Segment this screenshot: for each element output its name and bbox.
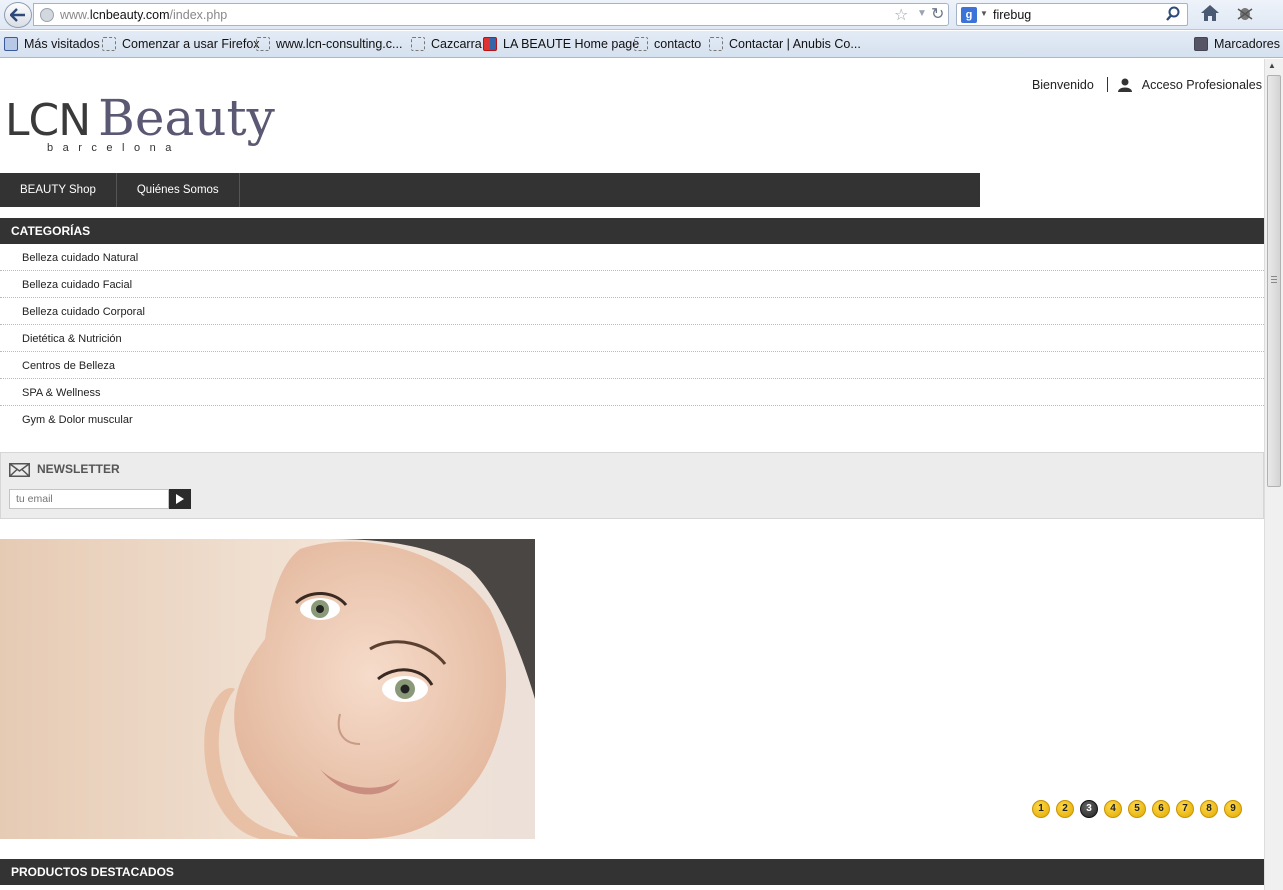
page-icon <box>102 37 116 51</box>
slider-page-button[interactable]: 2 <box>1056 800 1074 818</box>
history-dropdown-icon[interactable]: ▼ <box>917 8 927 19</box>
home-icon[interactable] <box>1200 4 1220 22</box>
bookmark-contactar-anubis[interactable]: Contactar | Anubis Co... <box>709 37 861 51</box>
woman-face-photo <box>0 539 535 839</box>
logo-main-text: LCN <box>5 95 91 146</box>
page-icon <box>256 37 270 51</box>
bookmark-contacto[interactable]: contacto <box>634 37 701 51</box>
newsletter-submit-button[interactable] <box>169 489 191 509</box>
category-item[interactable]: Centros de Belleza <box>0 352 1264 379</box>
welcome-link[interactable]: Bienvenido <box>1032 78 1094 92</box>
slider-page-button[interactable]: 7 <box>1176 800 1194 818</box>
address-bar[interactable]: www.lcnbeauty.com/index.php ☆ ▼ ↻ <box>33 3 949 26</box>
scroll-grip-icon <box>1271 276 1277 283</box>
bookmarks-star-icon <box>1194 37 1208 51</box>
divider <box>1106 77 1108 92</box>
category-item[interactable]: Belleza cuidado Natural <box>0 244 1264 271</box>
bookmark-la-beaute[interactable]: LA BEAUTE Home page <box>483 37 639 51</box>
slider-page-button[interactable]: 4 <box>1104 800 1122 818</box>
newsletter-box: NEWSLETTER <box>0 452 1264 519</box>
main-nav: BEAUTY Shop Quiénes Somos <box>0 173 980 207</box>
bookmark-cazcarra[interactable]: Cazcarra <box>411 37 482 51</box>
back-button[interactable] <box>4 2 32 28</box>
site-logo[interactable]: LCN Beauty barcelona <box>5 89 275 154</box>
firebug-icon[interactable] <box>1236 5 1254 21</box>
site-identity-icon[interactable] <box>40 8 54 22</box>
nav-quienes-somos[interactable]: Quiénes Somos <box>117 173 240 207</box>
bookmark-star-icon[interactable]: ☆ <box>894 5 908 25</box>
envelope-icon <box>9 463 30 477</box>
scroll-up-arrow-icon[interactable]: ▲ <box>1268 61 1276 70</box>
google-engine-icon[interactable]: g <box>961 7 977 23</box>
nav-beauty-shop[interactable]: BEAUTY Shop <box>0 173 117 207</box>
categories-heading: CATEGORÍAS <box>0 218 1264 244</box>
engine-dropdown-icon[interactable]: ▼ <box>980 9 988 18</box>
user-icon <box>1117 78 1132 92</box>
category-item[interactable]: Gym & Dolor muscular <box>0 406 1264 433</box>
scroll-thumb[interactable] <box>1267 75 1281 487</box>
category-item[interactable]: SPA & Wellness <box>0 379 1264 406</box>
bookmarks-menu[interactable]: Marcadores <box>1194 37 1280 51</box>
category-item[interactable]: Dietética & Nutrición <box>0 325 1264 352</box>
newsletter-email-input[interactable] <box>9 489 169 509</box>
logo-accent-text: Beauty <box>98 89 275 147</box>
categories-list: Belleza cuidado Natural Belleza cuidado … <box>0 244 1264 433</box>
account-links: Bienvenido Acceso Profesionales <box>1032 77 1262 92</box>
search-input[interactable]: firebug <box>993 8 1031 22</box>
page-icon <box>411 37 425 51</box>
most-visited-icon <box>4 37 18 51</box>
site-icon <box>483 37 497 51</box>
bookmarks-toolbar: Más visitados Comenzar a usar Firefox ww… <box>0 31 1283 58</box>
featured-products-heading: PRODUCTOS DESTACADOS <box>0 859 1264 885</box>
bookmark-getting-started[interactable]: Comenzar a usar Firefox <box>102 37 260 51</box>
bookmark-most-visited[interactable]: Más visitados <box>4 37 100 51</box>
logo-subtitle: barcelona <box>47 142 181 154</box>
slider-pagination: 1 2 3 4 5 6 7 8 9 <box>1032 800 1248 818</box>
search-icon[interactable] <box>1165 5 1181 23</box>
back-arrow-icon <box>10 8 25 22</box>
slider-page-button[interactable]: 5 <box>1128 800 1146 818</box>
play-arrow-icon <box>176 494 184 504</box>
page-icon <box>634 37 648 51</box>
search-bar[interactable]: g ▼ firebug <box>956 3 1188 26</box>
bookmark-lcn-consulting[interactable]: www.lcn-consulting.c... <box>256 37 402 51</box>
slider-page-button-active[interactable]: 3 <box>1080 800 1098 818</box>
slider-page-button[interactable]: 8 <box>1200 800 1218 818</box>
pro-access-link[interactable]: Acceso Profesionales <box>1142 78 1262 92</box>
page-scrollbar[interactable]: ▲ <box>1264 59 1283 890</box>
newsletter-title: NEWSLETTER <box>37 462 120 476</box>
slider-page-button[interactable]: 1 <box>1032 800 1050 818</box>
page-icon <box>709 37 723 51</box>
slider-banner-image[interactable] <box>0 539 535 839</box>
category-item[interactable]: Belleza cuidado Corporal <box>0 298 1264 325</box>
browser-toolbar: www.lcnbeauty.com/index.php ☆ ▼ ↻ g ▼ fi… <box>0 0 1283 30</box>
slider-page-button[interactable]: 6 <box>1152 800 1170 818</box>
category-item[interactable]: Belleza cuidado Facial <box>0 271 1264 298</box>
web-page: LCN Beauty barcelona Bienvenido Acceso Pr… <box>0 59 1264 890</box>
slider-page-button[interactable]: 9 <box>1224 800 1242 818</box>
reload-icon[interactable]: ↻ <box>931 4 944 24</box>
url-text[interactable]: www.lcnbeauty.com/index.php <box>60 8 227 22</box>
